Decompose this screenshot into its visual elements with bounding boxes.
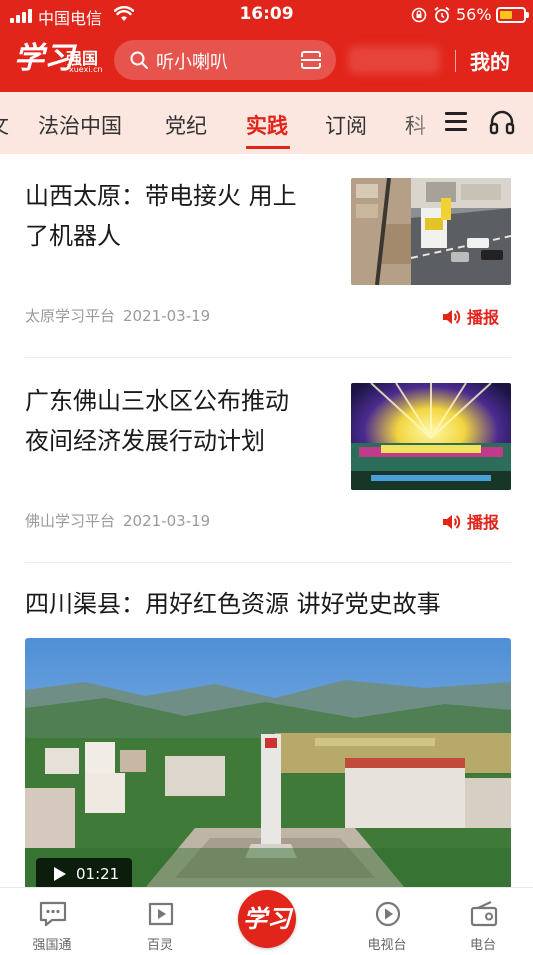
video-icon: [148, 902, 174, 926]
article-date: 2021-03-19: [123, 512, 211, 530]
speaker-icon: [443, 310, 461, 324]
article-source[interactable]: 太原学习平台: [25, 307, 115, 325]
channel-tabs: 文 法治中国 党纪 实践 订阅 科: [0, 92, 533, 154]
broadcast-label: 播报: [467, 513, 500, 532]
feed-divider: [25, 562, 511, 563]
nav-bailing[interactable]: 百灵: [110, 888, 210, 955]
nav-label: 电台: [469, 938, 496, 953]
active-tab-indicator: [246, 146, 290, 149]
search-icon: [130, 51, 148, 69]
nav-tv[interactable]: 电视台: [337, 888, 437, 955]
tab-practice[interactable]: 实践: [246, 110, 288, 140]
battery-percent: 56%: [456, 5, 492, 24]
article-thumbnail[interactable]: [351, 178, 511, 285]
article-meta: 太原学习平台 2021-03-19: [25, 305, 210, 326]
feed-divider: [25, 357, 511, 358]
logo-mark: 学习: [14, 41, 74, 76]
nav-qiangguotong[interactable]: 强国通: [2, 888, 102, 955]
play-icon: [54, 867, 66, 881]
article-3[interactable]: 四川渠县：用好红色资源 讲好党史故事: [25, 584, 511, 624]
nav-label: 电视台: [367, 938, 407, 953]
broadcast-button[interactable]: 播报: [441, 509, 499, 533]
menu-icon[interactable]: [445, 112, 467, 132]
clock: 16:09: [239, 4, 294, 24]
scan-icon[interactable]: [300, 50, 322, 70]
video-thumbnail[interactable]: [25, 638, 511, 890]
blurred-region: [348, 46, 440, 74]
search-input[interactable]: 听小喇叭: [114, 40, 336, 80]
tabs-fade: [400, 92, 480, 154]
radio-icon: [470, 901, 498, 927]
tab-law[interactable]: 法治中国: [38, 110, 122, 140]
nav-label: 百灵: [146, 938, 173, 953]
video-duration: 01:21: [36, 858, 132, 890]
broadcast-label: 播报: [467, 308, 500, 327]
tab-partial-left[interactable]: 文: [0, 110, 9, 140]
status-bar: 中国电信 16:09 56%: [0, 0, 533, 30]
logo-domain: xuexi.cn: [69, 65, 103, 74]
article-date: 2021-03-19: [123, 307, 211, 325]
article-meta: 佛山学习平台 2021-03-19: [25, 510, 210, 531]
article-title[interactable]: 四川渠县：用好红色资源 讲好党史故事: [25, 584, 511, 624]
tab-discipline[interactable]: 党纪: [165, 110, 207, 140]
duration-text: 01:21: [76, 865, 120, 883]
headphones-icon[interactable]: [489, 109, 515, 135]
speaker-icon: [443, 515, 461, 529]
rotation-lock-icon: [411, 7, 427, 23]
nav-xuexi-home[interactable]: 学习: [238, 890, 296, 948]
app-logo[interactable]: 学习 强国 xuexi.cn: [14, 40, 103, 80]
app-header: 学习 强国 xuexi.cn 听小喇叭 我的: [0, 34, 533, 86]
alarm-icon: [434, 6, 450, 23]
nav-label: 强国通: [32, 938, 72, 953]
nav-radio[interactable]: 电台: [433, 888, 533, 955]
broadcast-button[interactable]: 播报: [441, 304, 499, 328]
chat-icon: [39, 901, 67, 927]
header-divider: [455, 50, 456, 72]
tab-subscribe[interactable]: 订阅: [325, 110, 367, 140]
play-circle-icon: [375, 901, 401, 927]
search-placeholder: 听小喇叭: [156, 52, 228, 73]
mine-button[interactable]: 我的: [470, 46, 510, 75]
article-thumbnail[interactable]: [351, 383, 511, 490]
article-source[interactable]: 佛山学习平台: [25, 512, 115, 530]
top-bar: 中国电信 16:09 56% 学习 强国 xuexi.cn 听小喇叭 我的: [0, 0, 533, 92]
battery-icon: [496, 7, 529, 23]
battery-level: [500, 11, 512, 19]
